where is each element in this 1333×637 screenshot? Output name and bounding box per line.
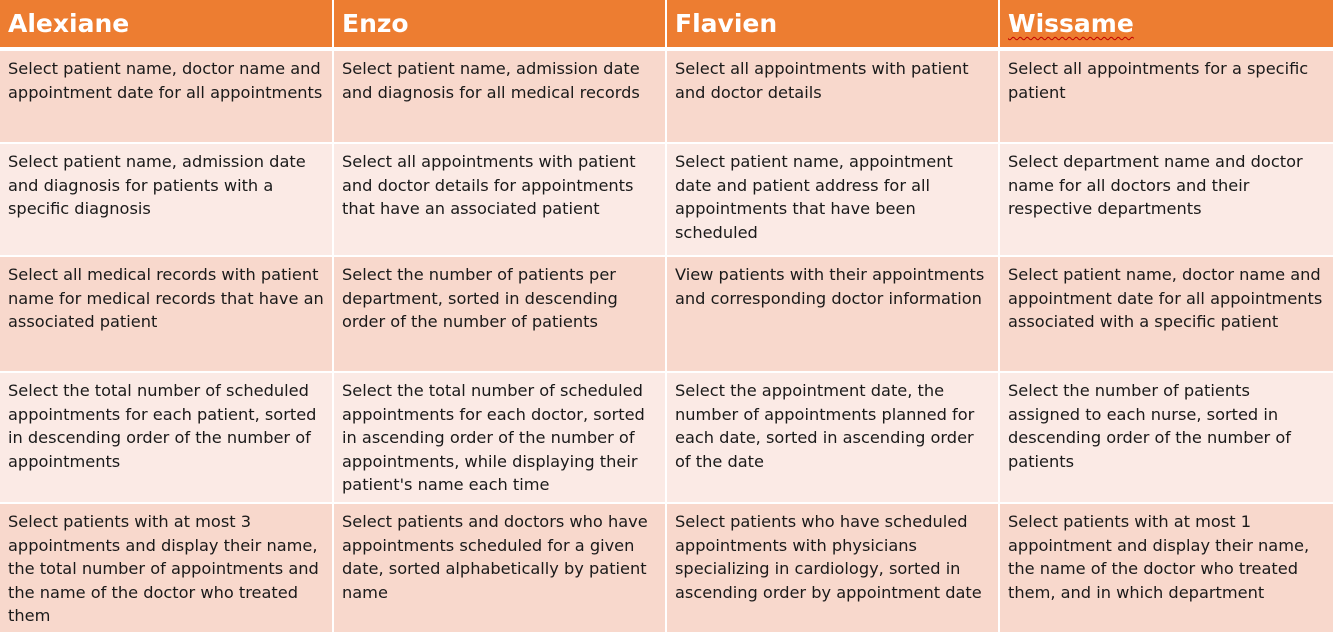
header-flavien: Flavien [666, 0, 1000, 51]
table-cell: Select the total number of scheduled app… [333, 372, 667, 504]
header-wissame-label: Wissame [1008, 9, 1134, 38]
table-row: Select patient name, admission date and … [0, 143, 1333, 257]
table-cell: Select patients with at most 3 appointme… [0, 503, 334, 634]
table-cell: Select patient name, admission date and … [333, 49, 667, 144]
table-row: Select the total number of scheduled app… [0, 372, 1333, 504]
header-wissame: Wissame [999, 0, 1333, 51]
table-cell: Select the number of patients assigned t… [999, 372, 1333, 504]
table-cell: Select patient name, doctor name and app… [999, 256, 1333, 373]
query-assignment-table: Alexiane Enzo Flavien Wissame Select pat… [0, 0, 1333, 634]
table-row: Select patients with at most 3 appointme… [0, 503, 1333, 634]
header-alexiane: Alexiane [0, 0, 334, 51]
table-cell: Select the number of patients per depart… [333, 256, 667, 373]
table-cell: Select patients with at most 1 appointme… [999, 503, 1333, 634]
table-cell: Select patients and doctors who have app… [333, 503, 667, 634]
table-row: Select patient name, doctor name and app… [0, 49, 1333, 144]
table-cell: Select patient name, doctor name and app… [0, 49, 334, 144]
table-cell: Select all appointments with patient and… [333, 143, 667, 257]
table-cell: Select all appointments with patient and… [666, 49, 1000, 144]
table-cell: Select department name and doctor name f… [999, 143, 1333, 257]
table-cell: Select all appointments for a specific p… [999, 49, 1333, 144]
table-cell: View patients with their appointments an… [666, 256, 1000, 373]
table-cell: Select the total number of scheduled app… [0, 372, 334, 504]
header-row: Alexiane Enzo Flavien Wissame [0, 0, 1333, 51]
table-cell: Select patient name, admission date and … [0, 143, 334, 257]
table-cell: Select the appointment date, the number … [666, 372, 1000, 504]
table-cell: Select all medical records with patient … [0, 256, 334, 373]
header-enzo: Enzo [333, 0, 667, 51]
table-row: Select all medical records with patient … [0, 256, 1333, 373]
table-cell: Select patients who have scheduled appoi… [666, 503, 1000, 634]
table-cell: Select patient name, appointment date an… [666, 143, 1000, 257]
